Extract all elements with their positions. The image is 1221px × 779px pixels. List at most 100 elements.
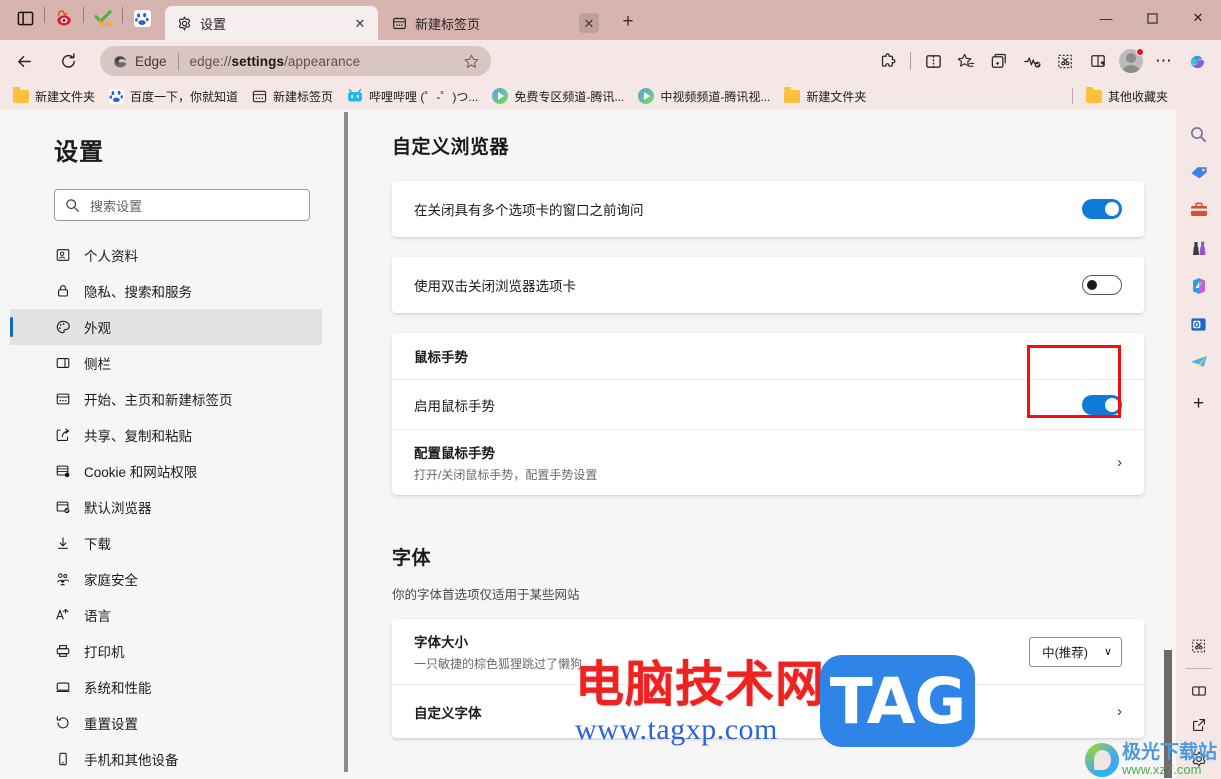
- collections-icon[interactable]: [983, 45, 1015, 77]
- setting-row-custom-fonts[interactable]: 自定义字体 ›: [392, 684, 1144, 738]
- sidebar-item-reset-settings[interactable]: 重置设置: [10, 705, 322, 741]
- baidu-icon[interactable]: [127, 4, 157, 34]
- sidebar-item-downloads[interactable]: 下载: [10, 525, 322, 561]
- sidebar-item-phone-devices[interactable]: 手机和其他设备: [10, 741, 322, 777]
- search-input[interactable]: 搜索设置: [54, 189, 310, 221]
- bookmark-label: 哔哩哔哩 (゜-゜)つ...: [369, 88, 478, 105]
- tab-close-button[interactable]: ✕: [579, 13, 599, 33]
- setting-row-configure-mouse-gesture[interactable]: 配置鼠标手势 打开/关闭鼠标手势，配置手势设置 ›: [392, 429, 1144, 495]
- group-header-mouse-gesture: 鼠标手势: [392, 333, 1144, 379]
- favorites-icon[interactable]: [950, 45, 982, 77]
- bookmark-item[interactable]: 新建文件夹: [6, 85, 102, 108]
- setting-row-ask-before-closing[interactable]: 在关闭具有多个选项卡的窗口之前询问: [392, 181, 1144, 237]
- profile-avatar[interactable]: [1115, 45, 1147, 77]
- bookmark-item[interactable]: 免费专区频道-腾讯...: [485, 85, 631, 108]
- sidebar-item-family-safety[interactable]: 家庭安全: [10, 561, 322, 597]
- tencent-video-icon: [492, 88, 508, 104]
- extensions-icon[interactable]: [872, 45, 904, 77]
- open-in-new-icon[interactable]: [1183, 709, 1215, 741]
- screenshot-icon[interactable]: [1183, 630, 1215, 662]
- sidebar-item-default-browser[interactable]: 默认浏览器: [10, 489, 322, 525]
- folder-icon: [784, 90, 800, 103]
- toggle-double-click-close[interactable]: [1082, 275, 1122, 295]
- navigation-toolbar: Edge edge://settings/appearance: [0, 40, 1221, 82]
- shopping-tag-icon[interactable]: [1183, 156, 1215, 188]
- favorite-star-icon[interactable]: [457, 47, 485, 75]
- sidebar-item-appearance[interactable]: 外观: [10, 309, 322, 345]
- setting-row-font-size[interactable]: 字体大小 一只敏捷的棕色狐狸跳过了懒狗 中(推荐) ∨: [392, 619, 1144, 684]
- address-bar[interactable]: Edge edge://settings/appearance: [100, 46, 491, 76]
- search-icon[interactable]: [1183, 118, 1215, 150]
- back-button[interactable]: [8, 45, 40, 77]
- chevron-right-icon: ›: [1117, 454, 1122, 471]
- sidebar-item-sidebar[interactable]: 侧栏: [10, 345, 322, 381]
- sidebar-item-start-home-newtab[interactable]: 开始、主页和新建标签页: [10, 381, 322, 417]
- bookmark-item[interactable]: 新建标签页: [245, 85, 340, 108]
- row-title: 配置鼠标手势: [414, 442, 597, 462]
- customize-icon[interactable]: [1183, 743, 1215, 775]
- hao123-icon[interactable]: hao: [88, 4, 118, 34]
- minimize-button[interactable]: —: [1083, 0, 1129, 36]
- bookmark-item[interactable]: 新建文件夹: [777, 85, 873, 108]
- new-tab-button[interactable]: +: [613, 7, 643, 37]
- title-bar: hao 设置: [0, 0, 1221, 40]
- content-scrollbar[interactable]: [1164, 650, 1172, 778]
- bookmark-item[interactable]: 百度一下，你就知道: [102, 85, 245, 108]
- sidebar-item-system-performance[interactable]: 系统和性能: [10, 669, 322, 705]
- app-panel-icon[interactable]: [10, 4, 40, 34]
- sidebar-item-label: 语言: [84, 605, 111, 625]
- tools-icon[interactable]: [1183, 194, 1215, 226]
- sidebar-item-cookies[interactable]: Cookie 和网站权限: [10, 453, 322, 489]
- refresh-button[interactable]: [52, 45, 84, 77]
- browser-essentials-icon[interactable]: [1016, 45, 1048, 77]
- split-screen-icon[interactable]: [1183, 675, 1215, 707]
- games-icon[interactable]: [1183, 232, 1215, 264]
- sidebar-item-share-copy-paste[interactable]: 共享、复制和粘贴: [10, 417, 322, 453]
- row-text: 鼠标手势: [414, 334, 468, 378]
- setting-row-double-click-close[interactable]: 使用双击关闭浏览器选项卡: [392, 257, 1144, 313]
- window-controls: — ✕: [1083, 0, 1221, 36]
- bookmark-item[interactable]: 哔哩哔哩 (゜-゜)つ...: [340, 85, 485, 108]
- page-title: 设置: [10, 132, 340, 167]
- other-favorites-button[interactable]: 其他收藏夹: [1079, 85, 1175, 108]
- printer-icon: [54, 642, 72, 660]
- font-size-select[interactable]: 中(推荐) ∨: [1029, 637, 1122, 667]
- row-text: 启用鼠标手势: [414, 383, 495, 427]
- sidebar-item-profile[interactable]: 个人资料: [10, 237, 322, 273]
- sidebar-item-privacy[interactable]: 隐私、搜索和服务: [10, 273, 322, 309]
- system-icon: [54, 678, 72, 696]
- copilot-icon[interactable]: [1181, 45, 1213, 77]
- more-options-button[interactable]: ⋯: [1148, 45, 1180, 77]
- row-subtitle: 打开/关闭鼠标手势，配置手势设置: [414, 466, 597, 483]
- close-button[interactable]: ✕: [1175, 0, 1221, 36]
- screenshot-icon[interactable]: [1049, 45, 1081, 77]
- tencent-video-icon: [638, 88, 654, 104]
- family-icon: [54, 570, 72, 588]
- toggle-ask-before-closing[interactable]: [1082, 199, 1122, 219]
- outlook-icon[interactable]: [1183, 308, 1215, 340]
- settings-content: 自定义浏览器 在关闭具有多个选项卡的窗口之前询问 使用双击关闭浏览器选项卡: [348, 110, 1176, 779]
- bookmark-item[interactable]: 中视频频道-腾讯视...: [631, 85, 777, 108]
- setting-row-enable-mouse-gesture[interactable]: 启用鼠标手势: [392, 379, 1144, 429]
- weibo-icon[interactable]: [49, 4, 79, 34]
- bookmark-label: 免费专区频道-腾讯...: [514, 88, 624, 105]
- add-sidebar-app-button[interactable]: +: [1183, 388, 1215, 420]
- phone-icon: [54, 750, 72, 768]
- bookmark-label: 百度一下，你就知道: [130, 88, 238, 105]
- url-text: edge://settings/appearance: [190, 54, 457, 69]
- sidebar-item-printers[interactable]: 打印机: [10, 633, 322, 669]
- bookmark-label: 新建文件夹: [806, 88, 866, 105]
- read-aloud-icon[interactable]: [1082, 45, 1114, 77]
- split-screen-icon[interactable]: [917, 45, 949, 77]
- microsoft365-icon[interactable]: [1183, 270, 1215, 302]
- row-text: 使用双击关闭浏览器选项卡: [414, 263, 576, 307]
- folder-icon: [13, 90, 29, 103]
- sidebar-item-languages[interactable]: 语言: [10, 597, 322, 633]
- lock-icon: [54, 282, 72, 300]
- maximize-button[interactable]: [1129, 0, 1175, 36]
- toggle-enable-mouse-gesture[interactable]: [1082, 395, 1122, 415]
- tab-close-button[interactable]: ✕: [350, 13, 370, 33]
- tab-settings[interactable]: 设置 ✕: [165, 6, 378, 40]
- tab-newtab[interactable]: 新建标签页 ✕: [380, 6, 607, 40]
- telegram-icon[interactable]: [1183, 346, 1215, 378]
